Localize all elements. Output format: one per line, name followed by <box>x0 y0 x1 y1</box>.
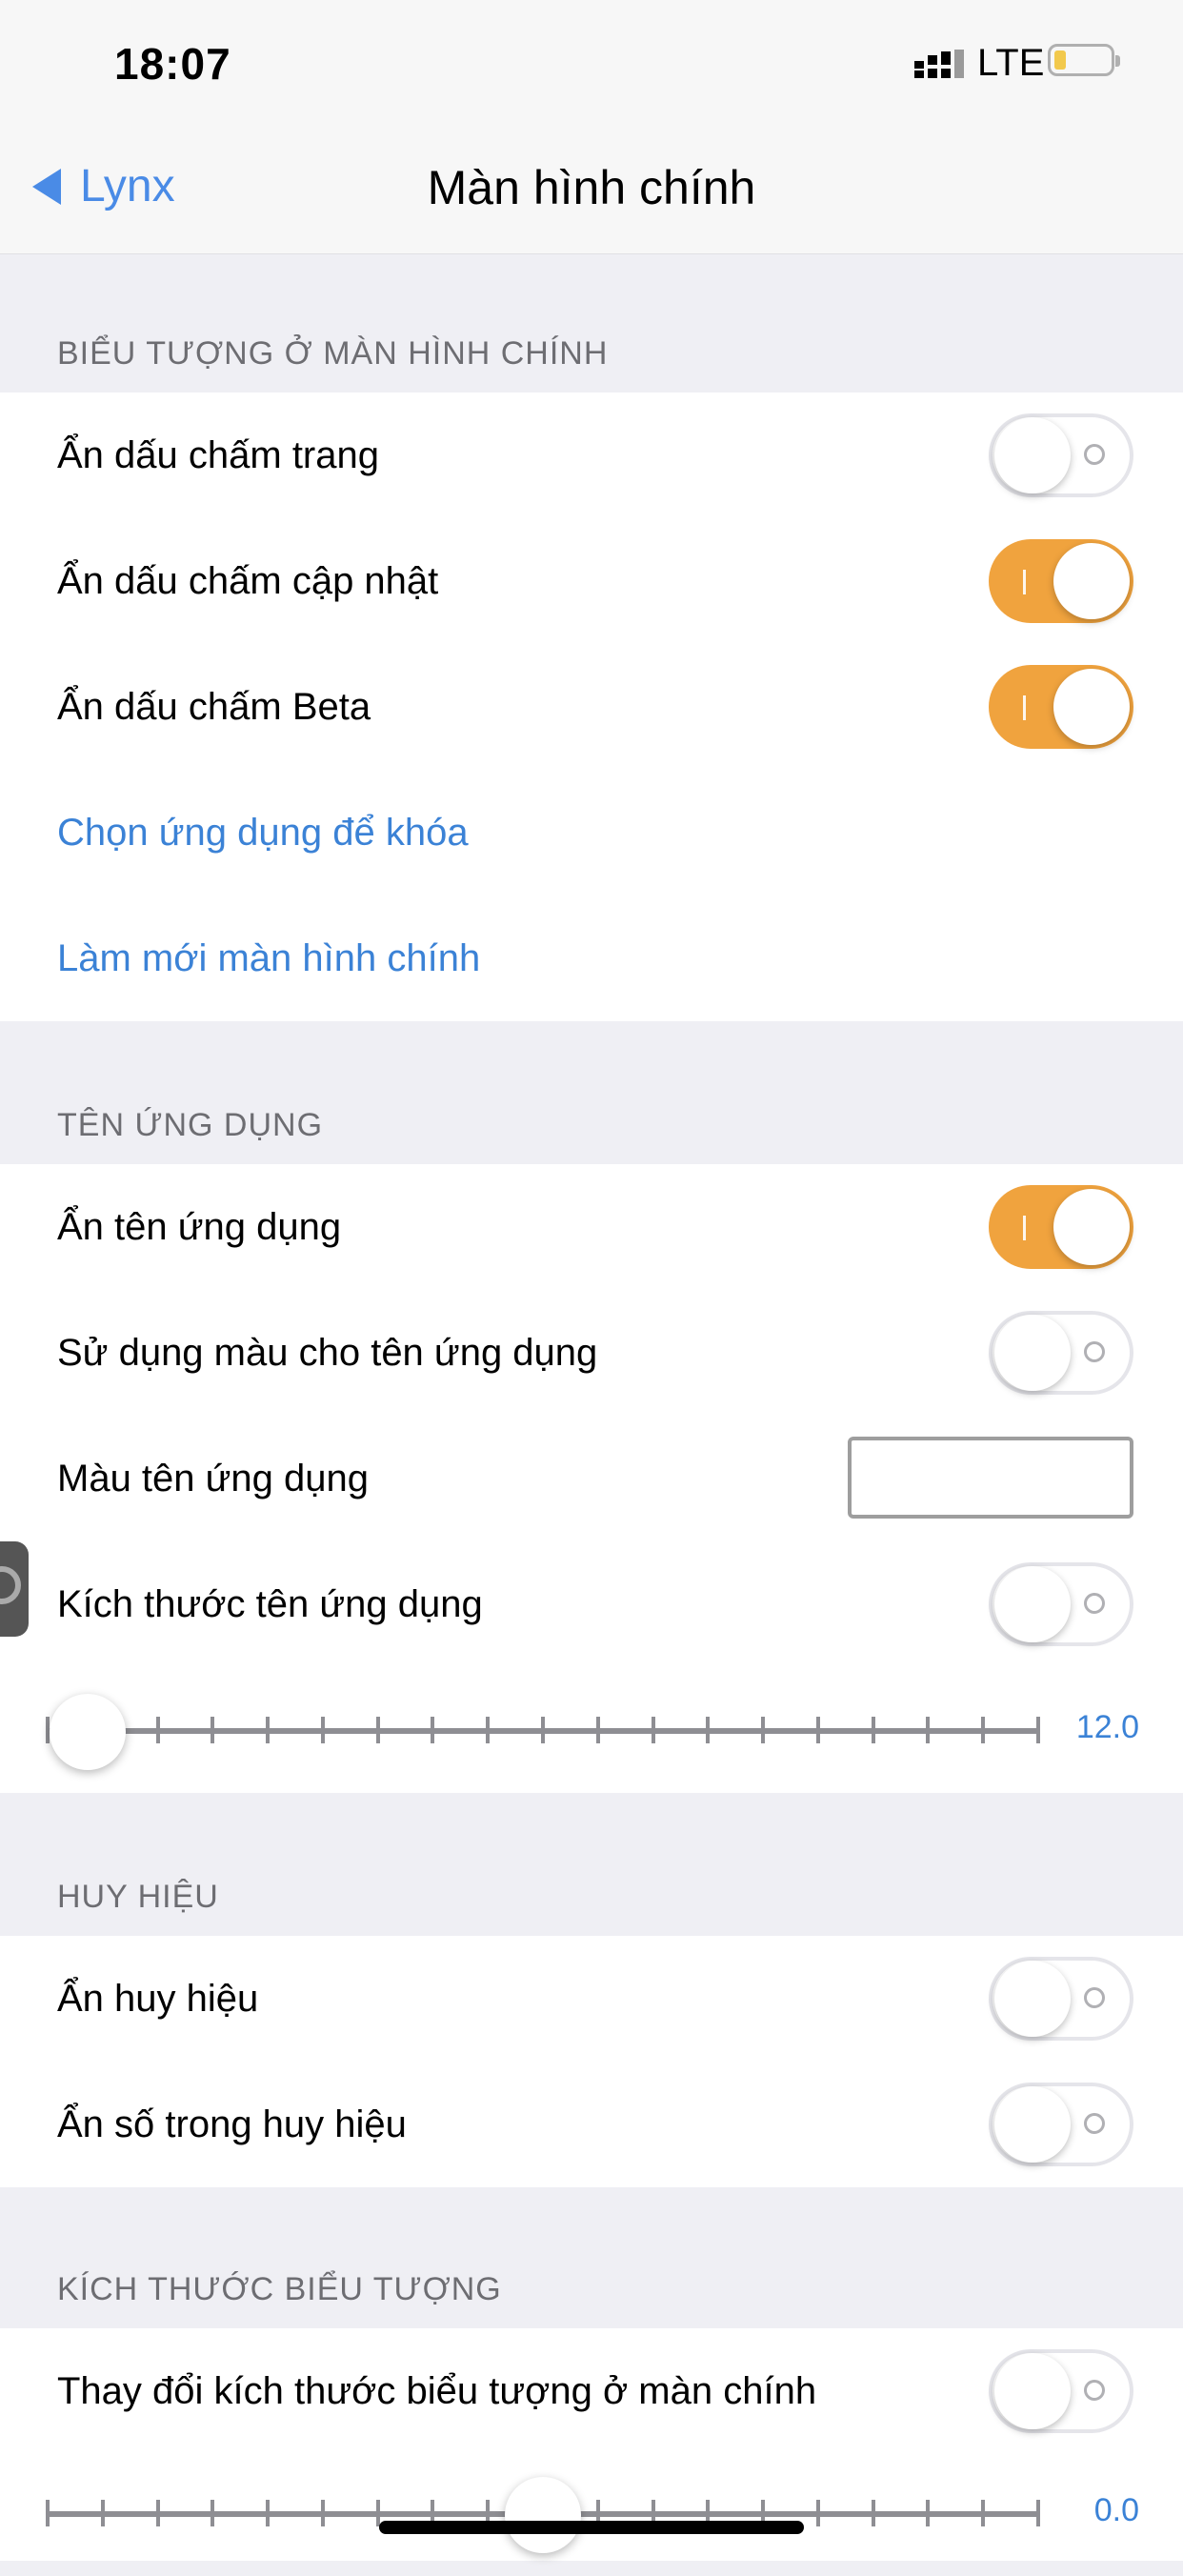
row-label: Màu tên ứng dụng <box>57 1458 370 1499</box>
slider-tick <box>320 2500 325 2526</box>
slider-tick <box>871 1717 875 1743</box>
name-color-picker[interactable] <box>848 1437 1133 1519</box>
row-resize-icons: Thay đổi kích thước biểu tượng ở màn chí… <box>0 2328 1183 2454</box>
slider-tick <box>926 1717 931 1743</box>
section-header-app-name: TÊN ỨNG DỤNG <box>57 1107 324 1143</box>
row-label: Ẩn số trong huy hiệu <box>57 2103 407 2145</box>
page-title: Màn hình chính <box>427 161 756 214</box>
slider-tick <box>375 2500 380 2526</box>
row-refresh-link[interactable]: Làm mới màn hình chính <box>0 896 1183 1021</box>
slider-tick <box>211 1717 215 1743</box>
row-label: Kích thước tên ứng dụng <box>57 1583 483 1625</box>
slider-tick <box>815 1717 820 1743</box>
choose-apps-to-lock-link[interactable]: Chọn ứng dụng để khóa <box>57 770 469 896</box>
slider-tick <box>266 1717 271 1743</box>
section-header-icon-size: KÍCH THƯỚC BIỂU TƯỢNG <box>57 2271 502 2307</box>
row-label: Thay đổi kích thước biểu tượng ở màn chí… <box>57 2370 817 2412</box>
name-size-slider-row: 12.0 <box>0 1667 1183 1793</box>
slider-tick <box>815 2500 820 2526</box>
name-size-slider-knob[interactable] <box>49 1694 126 1770</box>
slider-tick <box>46 2500 50 2526</box>
hide-page-dots-toggle[interactable] <box>989 413 1133 497</box>
slider-tick <box>266 2500 271 2526</box>
section-header-badges: HUY HIỆU <box>57 1879 219 1915</box>
row-label: Sử dụng màu cho tên ứng dụng <box>57 1332 598 1374</box>
hide-badges-toggle[interactable] <box>989 1957 1133 2041</box>
slider-tick <box>1036 1717 1040 1743</box>
slider-tick <box>651 1717 655 1743</box>
row-label: Ẩn huy hiệu <box>57 1978 259 2020</box>
slider-tick <box>155 2500 160 2526</box>
slider-tick <box>486 1717 491 1743</box>
row-hide-update-dots: Ẩn dấu chấm cập nhật <box>0 518 1183 644</box>
section-header-icons: BIỂU TƯỢNG Ở MÀN HÌNH CHÍNH <box>57 335 609 372</box>
signal-strength-icon <box>914 50 964 78</box>
group-icons: Ẩn dấu chấm trang Ẩn dấu chấm cập nhật Ẩ… <box>0 392 1183 1021</box>
home-indicator[interactable] <box>379 2521 804 2534</box>
hide-beta-dots-toggle[interactable] <box>989 665 1133 749</box>
hide-update-dots-toggle[interactable] <box>989 539 1133 623</box>
slider-tick <box>706 1717 711 1743</box>
row-label: Ẩn dấu chấm trang <box>57 434 379 476</box>
hide-badge-numbers-toggle[interactable] <box>989 2083 1133 2166</box>
row-label: Ẩn dấu chấm Beta <box>57 686 371 728</box>
name-size-value: 12.0 <box>1075 1709 1139 1745</box>
slider-tick <box>211 2500 215 2526</box>
battery-icon <box>1048 44 1120 76</box>
slider-tick <box>1036 2500 1040 2526</box>
slider-tick <box>871 2500 875 2526</box>
row-name-size: Kích thước tên ứng dụng <box>0 1541 1183 1667</box>
row-label: Ẩn dấu chấm cập nhật <box>57 560 439 602</box>
hide-app-name-toggle[interactable] <box>989 1185 1133 1269</box>
group-badges: Ẩn huy hiệu Ẩn số trong huy hiệu <box>0 1936 1183 2187</box>
row-hide-app-name: Ẩn tên ứng dụng <box>0 1164 1183 1290</box>
group-app-name: Ẩn tên ứng dụng Sử dụng màu cho tên ứng … <box>0 1164 1183 1793</box>
status-time: 18:07 <box>114 39 231 89</box>
icon-size-value: 0.0 <box>1093 2492 1139 2528</box>
slider-tick <box>100 2500 105 2526</box>
row-hide-badges: Ẩn huy hiệu <box>0 1936 1183 2062</box>
refresh-home-screen-link[interactable]: Làm mới màn hình chính <box>57 896 480 1021</box>
status-bar: 18:07 LTE <box>0 0 1183 133</box>
slider-tick <box>541 1717 545 1743</box>
use-name-color-toggle[interactable] <box>989 1311 1133 1395</box>
slider-tick <box>320 1717 325 1743</box>
icon-size-slider-knob[interactable] <box>505 2477 581 2553</box>
icon-size-slider-row: 0.0 <box>0 2450 1183 2576</box>
slider-tick <box>375 1717 380 1743</box>
slider-tick <box>431 1717 435 1743</box>
assistive-touch-icon <box>0 1566 21 1604</box>
slider-tick <box>155 1717 160 1743</box>
row-name-color: Màu tên ứng dụng <box>0 1416 1183 1541</box>
resize-icons-toggle[interactable] <box>989 2349 1133 2433</box>
assistive-touch-handle[interactable] <box>0 1541 29 1637</box>
row-hide-page-dots: Ẩn dấu chấm trang <box>0 392 1183 518</box>
row-use-name-color: Sử dụng màu cho tên ứng dụng <box>0 1290 1183 1416</box>
slider-tick <box>595 1717 600 1743</box>
name-size-toggle[interactable] <box>989 1562 1133 1646</box>
navigation-bar: Lynx Màn hình chính <box>0 133 1183 254</box>
row-hide-beta-dots: Ẩn dấu chấm Beta <box>0 644 1183 770</box>
row-hide-badge-numbers: Ẩn số trong huy hiệu <box>0 2062 1183 2187</box>
slider-tick <box>981 1717 986 1743</box>
slider-tick <box>981 2500 986 2526</box>
row-choose-apps-link[interactable]: Chọn ứng dụng để khóa <box>0 770 1183 896</box>
slider-tick <box>926 2500 931 2526</box>
network-type: LTE <box>977 42 1045 84</box>
row-label: Ẩn tên ứng dụng <box>57 1206 342 1248</box>
slider-tick <box>761 1717 766 1743</box>
